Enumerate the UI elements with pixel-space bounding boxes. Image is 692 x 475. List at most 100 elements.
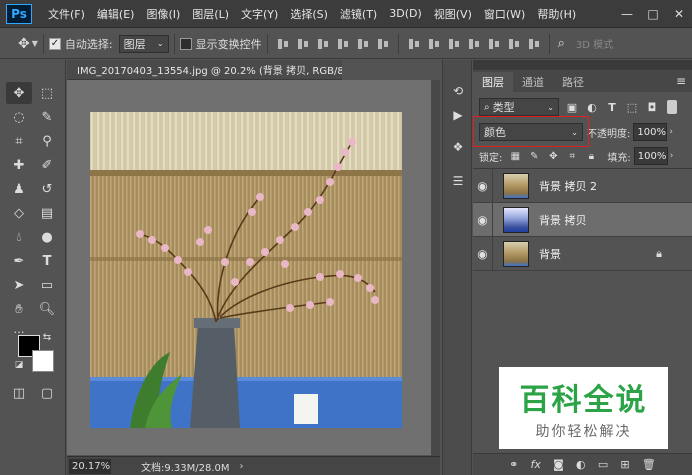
align-left-icon[interactable] [336,37,350,51]
tab-layers[interactable]: 图层 [473,72,513,92]
tab-paths[interactable]: 路径 [553,72,593,92]
marquee-tool-icon[interactable]: ⬚ [34,82,60,104]
lock-pixels-icon[interactable]: ✎ [528,150,540,162]
crop-tool-icon[interactable]: ⌗ [6,130,32,152]
menu-window[interactable]: 窗口(W) [478,6,531,22]
maximize-button[interactable]: □ [640,7,666,21]
dodge-tool-icon[interactable]: ● [34,226,60,248]
mask-icon[interactable]: ◙ [553,458,564,471]
trash-icon[interactable]: 🗑︎ [642,458,656,471]
lock-all-icon[interactable]: 🔒︎ [585,150,597,162]
background-color-swatch[interactable] [32,350,54,372]
eyedropper-tool-icon[interactable]: ⚲ [34,130,60,152]
distribute-hcenter-icon[interactable] [487,37,501,51]
menu-file[interactable]: 文件(F) [42,6,91,22]
history-panel-icon[interactable]: ⟲ [449,82,467,100]
smart-object-filter-icon[interactable]: ◘ [645,100,659,114]
healing-brush-tool-icon[interactable]: ✚ [6,154,32,176]
distribute-bottom-icon[interactable] [447,37,461,51]
show-transform-checkbox[interactable] [179,37,192,50]
menu-edit[interactable]: 编辑(E) [91,6,141,22]
new-layer-icon[interactable]: ⊞ [620,458,629,471]
canvas-area[interactable] [67,80,440,455]
fill-slider-arrow-icon[interactable]: › [670,151,674,161]
lasso-tool-icon[interactable]: ◌ [6,106,32,128]
shape-filter-icon[interactable]: ⬚ [625,100,639,114]
menu-type[interactable]: 文字(Y) [235,6,284,22]
align-hcenter-icon[interactable] [356,37,370,51]
auto-select-target-dropdown[interactable]: 图层 ⌄ [118,34,169,53]
default-colors-icon[interactable]: ◪ [12,358,26,372]
menu-view[interactable]: 视图(V) [428,6,478,22]
eraser-tool-icon[interactable]: ◇ [6,202,32,224]
path-select-tool-icon[interactable]: ➤ [6,274,32,296]
minimize-button[interactable]: — [614,7,640,21]
align-vcenter-icon[interactable] [296,37,310,51]
align-bottom-icon[interactable] [316,37,330,51]
swap-colors-icon[interactable]: ⇆ [40,330,54,344]
lock-artboard-icon[interactable]: ⌗ [566,150,578,162]
link-icon[interactable]: ⚭ [509,458,518,471]
fx-icon[interactable]: fx [531,458,541,471]
fill-field[interactable]: 100% [633,147,668,165]
align-right-icon[interactable] [376,37,390,51]
menu-help[interactable]: 帮助(H) [531,6,582,22]
preset-chevron-icon[interactable]: ▼ [32,39,38,48]
actions-panel-icon[interactable]: ▶ [449,106,467,124]
adjustment-filter-icon[interactable]: ◐ [585,100,599,114]
document-canvas[interactable] [90,112,402,428]
opacity-field[interactable]: 100% [633,123,668,141]
auto-select-checkbox[interactable]: ✓ [48,37,61,50]
filter-toggle[interactable] [667,100,677,114]
layer-row[interactable]: ◉ 背景 拷贝 2 [473,168,692,203]
type-filter-icon[interactable]: T [605,100,619,114]
move-tool-preset-icon[interactable]: ✥ [18,36,30,52]
align-top-icon[interactable] [276,37,290,51]
distribute-top-icon[interactable] [407,37,421,51]
brush-tool-icon[interactable]: ✐ [34,154,60,176]
menu-3d[interactable]: 3D(D) [383,7,428,20]
move-tool-icon[interactable]: ✥ [6,82,32,104]
auto-align-icon[interactable] [527,37,541,51]
menu-layer[interactable]: 图层(L) [186,6,235,22]
lock-transparent-icon[interactable]: ▦ [509,150,521,162]
type-tool-icon[interactable]: T [34,250,60,272]
properties-panel-icon[interactable]: ☰ [449,172,467,190]
search-icon[interactable]: ⌕ [558,36,565,51]
panel-menu-icon[interactable]: ≡ [676,74,686,88]
pixel-filter-icon[interactable]: ▣ [565,100,579,114]
quick-select-tool-icon[interactable]: ✎ [34,106,60,128]
status-menu-arrow-icon[interactable]: › [240,461,244,472]
menu-filter[interactable]: 滤镜(T) [334,6,383,22]
pen-tool-icon[interactable]: ✒ [6,250,32,272]
group-icon[interactable]: ▭ [598,458,608,471]
hand-tool-icon[interactable]: ✋︎ [6,298,32,320]
clone-stamp-tool-icon[interactable]: ♟ [6,178,32,200]
distribute-vcenter-icon[interactable] [427,37,441,51]
quick-mask-icon[interactable]: ◫ [6,382,32,404]
layer-filter-dropdown[interactable]: ⌕ 类型 ⌄ [479,98,559,116]
libraries-panel-icon[interactable]: ❖ [449,138,467,156]
distribute-right-icon[interactable] [507,37,521,51]
layer-row[interactable]: ◉ 背景 拷贝 [473,202,692,237]
opacity-slider-arrow-icon[interactable]: › [669,127,673,137]
screen-mode-icon[interactable]: ▢ [34,382,60,404]
visibility-eye-icon[interactable]: ◉ [473,236,493,271]
document-tab[interactable]: IMG_20170403_13554.jpg @ 20.2% (背景 拷贝, R… [67,60,342,80]
zoom-tool-icon[interactable]: 🔍︎ [34,298,60,320]
history-brush-tool-icon[interactable]: ↺ [34,178,60,200]
gradient-tool-icon[interactable]: ▤ [34,202,60,224]
visibility-eye-icon[interactable]: ◉ [473,202,493,237]
distribute-left-icon[interactable] [467,37,481,51]
visibility-eye-icon[interactable]: ◉ [473,168,493,203]
vertical-scrollbar[interactable] [431,80,440,456]
menu-select[interactable]: 选择(S) [284,6,334,22]
menu-image[interactable]: 图像(I) [140,6,186,22]
zoom-level-field[interactable]: 20.17% [69,458,111,474]
adjustment-icon[interactable]: ◐ [576,458,586,471]
blur-tool-icon[interactable]: 💧︎ [6,226,32,248]
layer-row[interactable]: ◉ 背景 🔒︎ [473,236,692,271]
tab-channels[interactable]: 通道 [513,72,553,92]
rectangle-tool-icon[interactable]: ▭ [34,274,60,296]
close-window-button[interactable]: ✕ [666,7,692,21]
